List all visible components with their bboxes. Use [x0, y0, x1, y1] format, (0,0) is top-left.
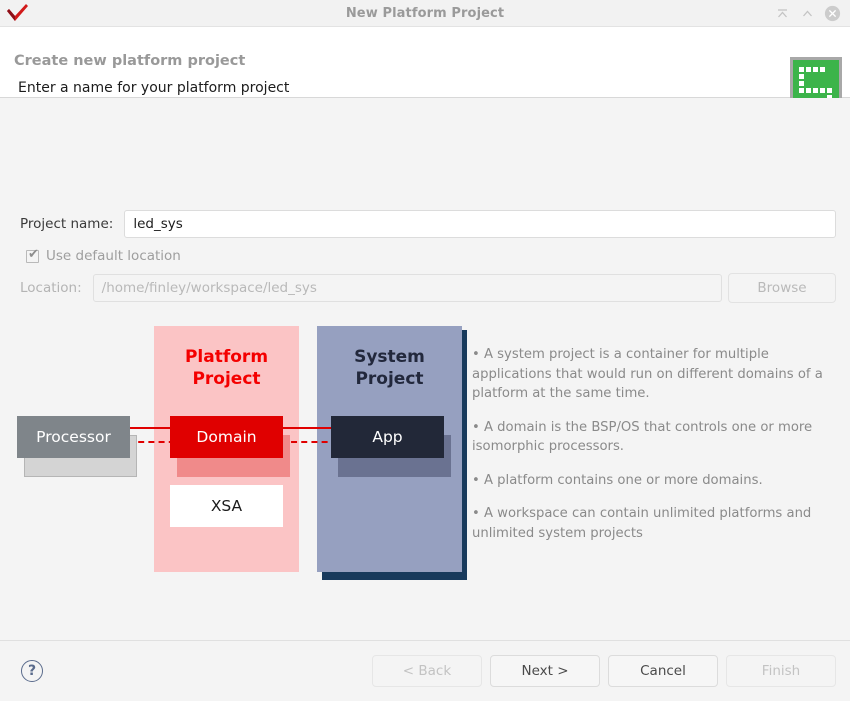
title-bar: New Platform Project: [0, 0, 850, 27]
list-item: • A domain is the BSP/OS that controls o…: [472, 419, 813, 455]
concept-bullet-list: • A system project is a container for mu…: [472, 345, 830, 543]
back-button[interactable]: < Back: [372, 655, 482, 687]
project-name-row: Project name: led_sys: [20, 210, 836, 238]
dialog-footer: ? < Back Next > Cancel Finish: [0, 640, 850, 701]
location-label: Location:: [20, 280, 82, 296]
xsa-box: XSA: [170, 485, 283, 527]
app-box: App: [331, 416, 444, 458]
next-button[interactable]: Next >: [490, 655, 600, 687]
dialog-body: Project name: led_sys ✔ Use default loca…: [0, 98, 850, 640]
checkbox-box[interactable]: ✔: [26, 246, 39, 263]
header-title: Create new platform project: [14, 53, 246, 69]
project-name-label: Project name:: [20, 216, 114, 232]
location-input[interactable]: /home/finley/workspace/led_sys: [92, 274, 722, 302]
platform-project-title: Platform Project: [184, 347, 269, 389]
help-question-icon[interactable]: ?: [21, 660, 43, 682]
window-title: New Platform Project: [345, 5, 505, 21]
cancel-button[interactable]: Cancel: [608, 655, 718, 687]
use-default-location-label: Use default location: [46, 248, 181, 264]
maximize-icon[interactable]: [799, 5, 816, 22]
use-default-location-row: ✔ Use default location: [26, 248, 850, 264]
processor-box: Processor: [17, 416, 130, 458]
system-project-title: System Project: [354, 347, 425, 389]
new-platform-project-dialog: New Platform Project Create new platform…: [0, 0, 850, 701]
window-controls: [774, 5, 850, 22]
use-default-location-checkbox[interactable]: ✔ Use default location: [26, 248, 181, 264]
list-item: • A platform contains one or more domain…: [472, 472, 763, 488]
finish-button[interactable]: Finish: [726, 655, 836, 687]
list-item: • A workspace can contain unlimited plat…: [472, 506, 812, 541]
location-row: Location: /home/finley/workspace/led_sys…: [20, 273, 836, 303]
xilinx-check-logo-icon: [3, 1, 33, 25]
platform-concept-diagram: Platform Project System Project Processo…: [0, 313, 850, 580]
header-subtitle: Enter a name for your platform project: [18, 80, 290, 96]
project-name-input[interactable]: led_sys: [124, 210, 836, 238]
footer-button-group: < Back Next > Cancel Finish: [372, 655, 836, 687]
dialog-header: Create new platform project Enter a name…: [0, 27, 850, 111]
browse-button[interactable]: Browse: [728, 273, 836, 303]
close-icon[interactable]: [824, 5, 841, 22]
minimize-icon[interactable]: [774, 5, 791, 22]
domain-box: Domain: [170, 416, 283, 458]
list-item: • A system project is a container for mu…: [472, 347, 823, 401]
check-icon: ✔: [28, 246, 39, 262]
